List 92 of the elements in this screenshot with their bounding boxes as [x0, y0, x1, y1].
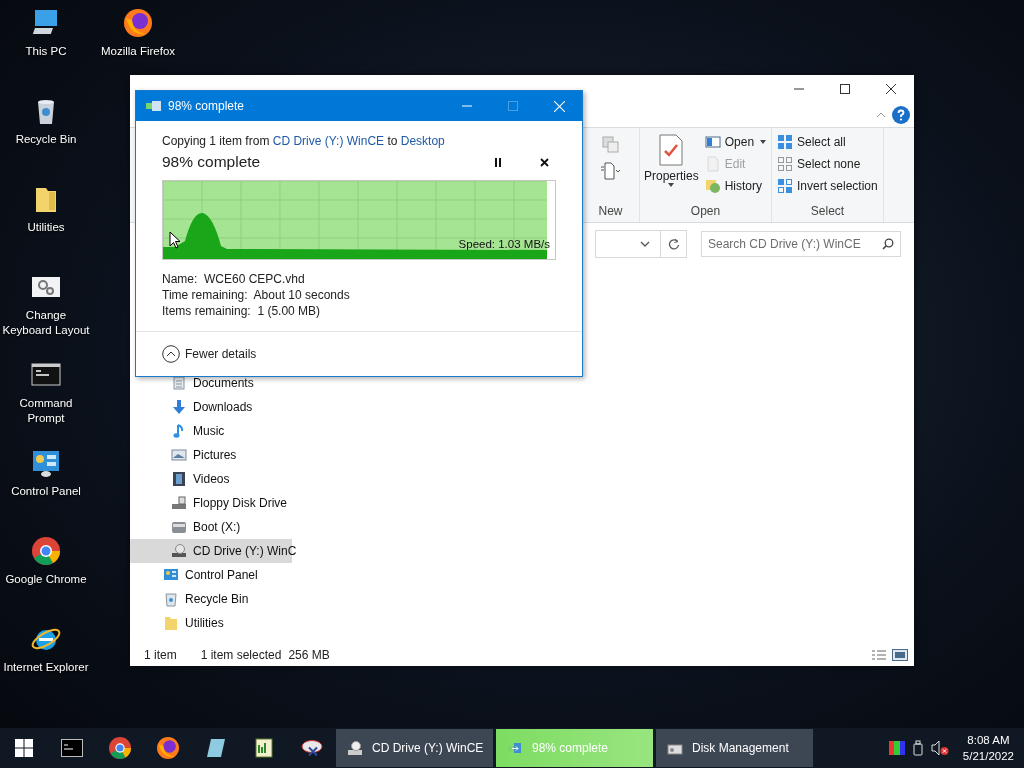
ribbon-button[interactable]: Invert selection — [775, 176, 880, 196]
picture-icon — [171, 447, 187, 463]
nav-item[interactable]: Music — [130, 419, 292, 443]
group-label: Select — [809, 204, 846, 220]
cd-drive-icon — [171, 543, 187, 559]
nav-item[interactable]: Control Panel — [130, 563, 292, 587]
desktop-icon-label[interactable]: Internet Explorer — [0, 660, 92, 675]
detail-line: Name: WCE60 CEPC.vhd — [162, 272, 306, 287]
group-label: Open — [689, 204, 722, 220]
desktop-icon-label[interactable]: Command Prompt — [0, 396, 92, 426]
desktop-icon-label[interactable]: This PC — [0, 44, 92, 59]
collapse-ribbon-icon[interactable] — [876, 112, 886, 118]
tablet-icon[interactable] — [207, 739, 225, 757]
document-icon — [171, 375, 187, 391]
folder-icon — [163, 615, 179, 631]
checked-document-icon — [658, 134, 685, 166]
nav-item[interactable]: Boot (X:) — [130, 515, 292, 539]
copy-description: Copying 1 item from CD Drive (Y:) WinCE to Desktop — [162, 134, 446, 148]
ribbon-button[interactable]: Select all — [775, 132, 880, 152]
detail-line: Time remaining: About 10 seconds — [162, 288, 351, 303]
item-count: 1 item — [144, 647, 177, 662]
caret-icon — [760, 140, 767, 144]
ribbon-button[interactable]: History — [702, 176, 769, 196]
desktop-icon-label[interactable]: Control Panel — [0, 484, 92, 499]
copy-icon — [146, 100, 162, 112]
nav-item[interactable]: Recycle Bin — [130, 587, 292, 611]
copy-icon — [506, 740, 524, 756]
windows-start-icon[interactable] — [15, 739, 33, 757]
nav-item[interactable]: Utilities — [130, 611, 292, 635]
speed-label: Speed: 1.03 MB/s — [458, 238, 550, 250]
nav-item[interactable]: Documents — [130, 371, 292, 395]
recycle-bin-icon — [163, 591, 179, 607]
progress-heading: 98% complete — [162, 153, 262, 171]
close-icon[interactable] — [539, 157, 549, 167]
chevron-down-icon[interactable] — [640, 240, 650, 247]
detail-line: Items remaining: 1 (5.00 MB) — [162, 304, 322, 319]
desktop-icon-label[interactable]: Change Keyboard Layout — [0, 308, 92, 338]
usb-drive-icon[interactable] — [912, 740, 923, 756]
nav-item[interactable]: Floppy Disk Drive — [130, 491, 292, 515]
search-field[interactable]: Search CD Drive (Y:) WinCE — [701, 230, 901, 257]
maximize-icon — [508, 101, 518, 111]
search-icon[interactable] — [882, 237, 894, 250]
source-link[interactable]: CD Drive (Y:) WinCE — [272, 134, 385, 148]
download-icon — [171, 399, 187, 415]
desktop-icon-label[interactable]: Recycle Bin — [0, 132, 92, 147]
select-none-icon — [777, 156, 793, 172]
control-panel-icon — [163, 567, 179, 583]
cd-drive-icon — [346, 740, 364, 756]
chrome-icon[interactable] — [29, 534, 63, 568]
maximize-icon[interactable] — [840, 84, 850, 94]
dialog-title: 98% complete — [168, 99, 246, 113]
large-icons-view-icon[interactable] — [892, 648, 908, 661]
drive-icon — [171, 519, 187, 535]
pause-icon[interactable] — [494, 157, 502, 167]
open-icon — [704, 134, 721, 150]
mouse-cursor-icon — [169, 231, 181, 249]
fewer-details-button[interactable]: Fewer details — [162, 345, 257, 363]
caret-icon — [668, 183, 675, 187]
nav-item[interactable]: Videos — [130, 467, 292, 491]
desktop-icon-label[interactable]: Mozilla Firefox — [92, 44, 184, 59]
nav-item[interactable]: Downloads — [130, 395, 292, 419]
refresh-icon — [667, 237, 680, 250]
desktop-icon-label[interactable]: Google Chrome — [0, 572, 92, 587]
select-all-icon — [777, 134, 793, 150]
ribbon-button[interactable]: Open — [702, 132, 769, 152]
new-item-icon[interactable] — [599, 162, 622, 180]
destination-link[interactable]: Desktop — [400, 134, 445, 148]
firefox-icon[interactable] — [157, 737, 179, 759]
properties-button[interactable]: Properties — [642, 132, 701, 204]
help-icon[interactable] — [892, 106, 910, 124]
invert-selection-icon — [777, 178, 793, 194]
floppy-drive-icon — [171, 495, 187, 511]
nav-item[interactable]: Pictures — [130, 443, 292, 467]
muted-speaker-icon[interactable] — [930, 740, 949, 756]
notepad-icon[interactable] — [255, 738, 273, 758]
terminal-icon[interactable] — [61, 739, 83, 757]
group-label: New — [597, 204, 624, 220]
chrome-icon[interactable] — [109, 737, 131, 759]
tool-icon[interactable] — [301, 739, 323, 757]
desktop-icon-label[interactable]: Utilities — [0, 220, 92, 235]
firefox-icon[interactable] — [121, 6, 155, 40]
film-icon — [171, 471, 187, 487]
selection-size: 256 MB — [288, 647, 330, 662]
clock[interactable]: 8:08 AM 5/21/2022 — [962, 732, 1014, 764]
edit-icon — [704, 156, 721, 172]
taskbar-button[interactable]: CD Drive (Y:) WinCE — [336, 729, 493, 767]
close-icon[interactable] — [886, 84, 896, 94]
ribbon-button[interactable]: Select none — [775, 154, 880, 174]
history-icon — [704, 178, 721, 194]
taskbar-button[interactable]: Disk Management — [656, 729, 813, 767]
selection-info: 1 item selected — [200, 647, 282, 662]
chevron-up-icon — [162, 345, 180, 363]
